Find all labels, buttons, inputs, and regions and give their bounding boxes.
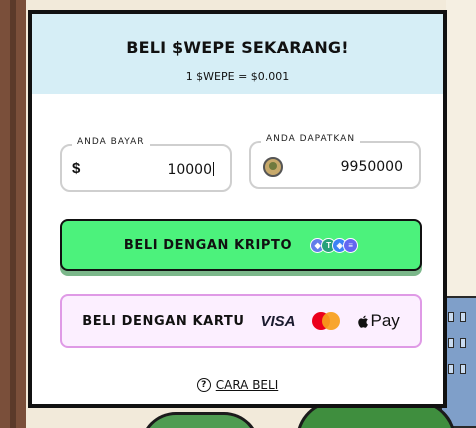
buy-with-card-button[interactable]: BELI DENGAN KARTU VISA Pay bbox=[60, 294, 422, 348]
solana-icon: ≡ bbox=[343, 237, 359, 253]
how-to-buy-label: CARA BELI bbox=[215, 378, 279, 392]
visa-icon: VISA bbox=[260, 312, 296, 330]
receive-amount-value[interactable]: 9950000 bbox=[341, 159, 403, 175]
crypto-icons: ◆ T ◈ ≡ bbox=[310, 237, 359, 253]
dollar-icon: $ bbox=[72, 160, 81, 177]
mastercard-icon bbox=[311, 312, 340, 330]
buy-with-crypto-label: BELI DENGAN KRIPTO bbox=[123, 237, 293, 253]
how-to-buy-link[interactable]: ? CARA BELI bbox=[196, 378, 279, 392]
pay-amount-label: ANDA BAYAR bbox=[72, 137, 150, 147]
widget-header: BELI $WEPE SEKARANG! 1 $WEPE = $0.001 bbox=[32, 14, 443, 94]
wepe-token-icon bbox=[263, 157, 283, 177]
background-bush bbox=[140, 412, 260, 428]
buy-with-card-label: BELI DENGAN KARTU bbox=[82, 313, 245, 329]
exchange-rate: 1 $WEPE = $0.001 bbox=[185, 70, 290, 83]
question-icon: ? bbox=[196, 378, 211, 392]
buy-widget: BELI $WEPE SEKARANG! 1 $WEPE = $0.001 AN… bbox=[28, 10, 447, 408]
apple-pay-label: Pay bbox=[370, 311, 400, 330]
widget-title: BELI $WEPE SEKARANG! bbox=[126, 38, 349, 57]
apple-pay-icon: Pay bbox=[356, 311, 400, 331]
receive-amount-field[interactable]: ANDA DAPATKAN 9950000 bbox=[249, 134, 421, 189]
buy-with-crypto-button[interactable]: BELI DENGAN KRIPTO ◆ T ◈ ≡ bbox=[60, 219, 422, 271]
receive-amount-label: ANDA DAPATKAN bbox=[261, 134, 361, 144]
apple-icon bbox=[357, 315, 368, 328]
pay-amount-field[interactable]: ANDA BAYAR $ 10000 bbox=[60, 137, 232, 192]
pay-amount-input[interactable]: 10000 bbox=[167, 162, 214, 178]
background-wall-trim bbox=[10, 0, 16, 428]
text-caret bbox=[213, 162, 214, 176]
help-section: ? CARA BELI bbox=[32, 376, 443, 392]
